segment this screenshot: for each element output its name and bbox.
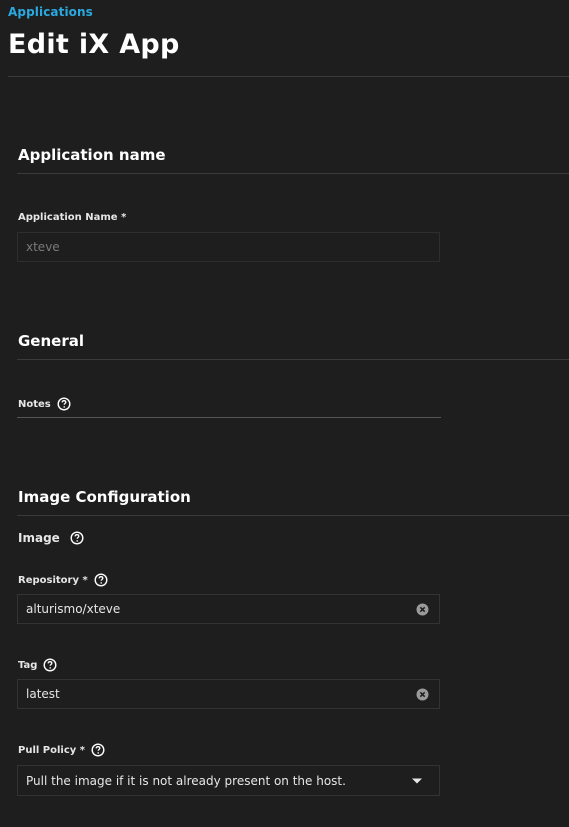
repository-label-text: Repository * <box>18 574 88 586</box>
repository-input[interactable]: alturismo/xteve <box>17 594 440 624</box>
application-name-label-text: Application Name * <box>18 212 127 223</box>
section-divider <box>17 515 569 516</box>
help-icon[interactable] <box>57 397 71 411</box>
pull-policy-value: Pull the image if it is not already pres… <box>26 773 346 788</box>
tag-input[interactable]: latest <box>17 679 440 709</box>
breadcrumb-applications[interactable]: Applications <box>8 5 93 19</box>
help-icon[interactable] <box>43 658 57 672</box>
pull-policy-select[interactable]: Pull the image if it is not already pres… <box>17 765 440 796</box>
pull-policy-label-text: Pull Policy * <box>18 744 85 756</box>
application-name-value: xteve <box>26 240 60 254</box>
tag-label-text: Tag <box>18 659 38 671</box>
image-subsection-label: Image <box>18 531 84 545</box>
help-icon[interactable] <box>70 531 84 545</box>
section-divider <box>17 173 569 174</box>
application-name-label: Application Name * <box>18 212 126 223</box>
section-divider <box>17 359 569 360</box>
notes-label: Notes <box>18 397 71 411</box>
help-icon[interactable] <box>91 743 105 757</box>
section-title-image-configuration: Image Configuration <box>18 488 191 506</box>
help-icon[interactable] <box>94 573 108 587</box>
clear-icon[interactable] <box>416 603 429 616</box>
section-title-application-name: Application name <box>18 146 166 164</box>
tag-value: latest <box>26 687 60 701</box>
caret-down-icon[interactable] <box>411 777 423 785</box>
image-label-text: Image <box>18 531 60 545</box>
section-title-general: General <box>18 332 84 350</box>
tag-label: Tag <box>18 658 57 672</box>
notes-label-text: Notes <box>18 398 51 410</box>
repository-value: alturismo/xteve <box>26 602 121 616</box>
notes-input[interactable] <box>17 417 441 418</box>
pull-policy-label: Pull Policy * <box>18 743 105 757</box>
repository-label: Repository * <box>18 573 108 587</box>
clear-icon[interactable] <box>416 688 429 701</box>
header-divider <box>8 76 569 77</box>
page-title: Edit iX App <box>8 29 180 60</box>
application-name-field: xteve <box>17 232 440 262</box>
